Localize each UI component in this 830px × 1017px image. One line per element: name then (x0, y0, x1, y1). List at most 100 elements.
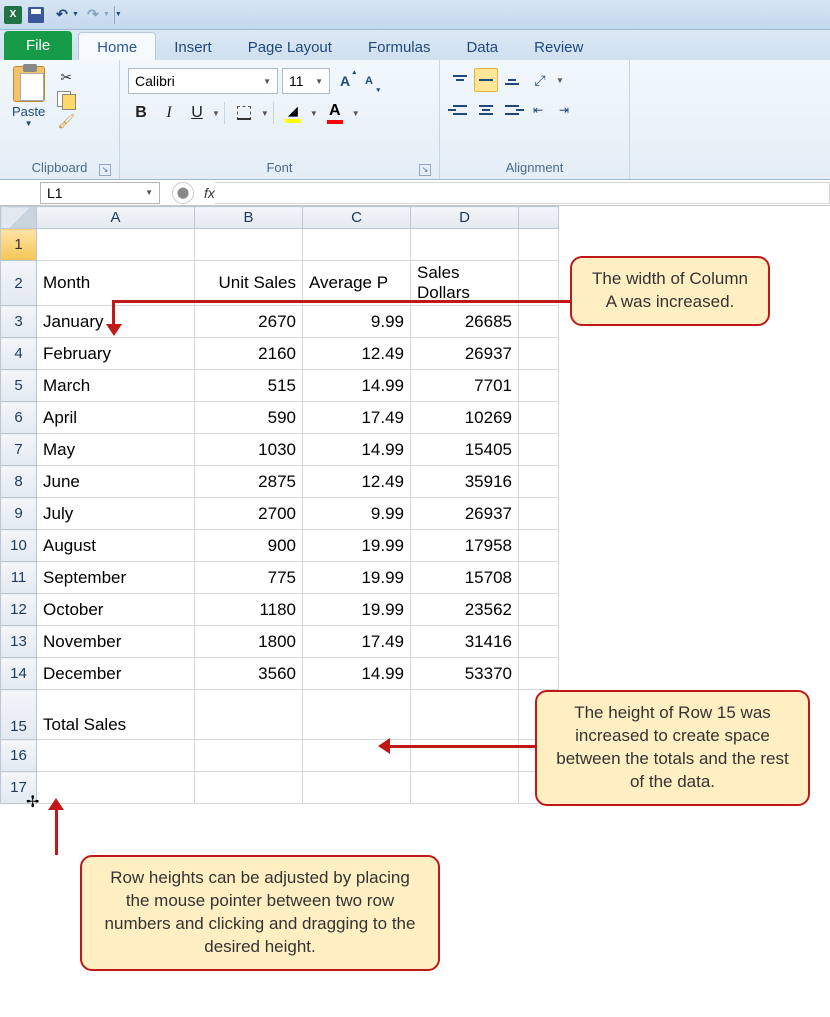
row-header-2[interactable]: 2 (1, 261, 37, 306)
cell[interactable]: 7701 (411, 370, 519, 402)
decrease-indent-button[interactable]: ⇤ (526, 98, 550, 122)
cell[interactable]: 9.99 (303, 498, 411, 530)
undo-dropdown-icon[interactable]: ▼ (72, 11, 79, 18)
redo-dropdown-icon[interactable]: ▼ (103, 11, 110, 18)
row-header-13[interactable]: 13 (1, 626, 37, 658)
row-header-15[interactable]: 15 (1, 690, 37, 740)
cell[interactable]: 2700 (195, 498, 303, 530)
align-middle-button[interactable] (474, 68, 498, 92)
cell[interactable] (519, 562, 559, 594)
cell[interactable]: October (37, 594, 195, 626)
cell[interactable]: 19.99 (303, 530, 411, 562)
clipboard-launcher-icon[interactable]: ↘ (99, 164, 111, 176)
cell[interactable] (411, 229, 519, 261)
cancel-formula-button[interactable]: ⬤ (172, 182, 194, 204)
cell[interactable]: August (37, 530, 195, 562)
font-size-select[interactable]: 11▼ (282, 68, 330, 94)
cell[interactable] (37, 740, 195, 772)
qat-customize-icon[interactable]: ▼ (115, 11, 122, 18)
cell[interactable] (519, 466, 559, 498)
cell[interactable]: 31416 (411, 626, 519, 658)
tab-home[interactable]: Home (78, 32, 156, 60)
fx-icon[interactable]: fx (204, 185, 215, 201)
increase-indent-button[interactable]: ⇥ (552, 98, 576, 122)
cell[interactable]: December (37, 658, 195, 690)
cell[interactable]: June (37, 466, 195, 498)
cell[interactable]: July (37, 498, 195, 530)
tab-file[interactable]: File (4, 31, 72, 60)
select-all-corner[interactable] (1, 207, 37, 229)
tab-page-layout[interactable]: Page Layout (230, 33, 350, 60)
redo-button[interactable]: ↷ (81, 4, 105, 26)
row-header-10[interactable]: 10 (1, 530, 37, 562)
cell[interactable]: 12.49 (303, 338, 411, 370)
cell[interactable]: 900 (195, 530, 303, 562)
cell[interactable]: Total Sales (37, 690, 195, 740)
cell[interactable]: 14.99 (303, 434, 411, 466)
cell[interactable]: May (37, 434, 195, 466)
cell[interactable]: 15708 (411, 562, 519, 594)
cell[interactable]: 26937 (411, 338, 519, 370)
cell[interactable]: 14.99 (303, 658, 411, 690)
row-header-9[interactable]: 9 (1, 498, 37, 530)
cell[interactable] (37, 229, 195, 261)
cell[interactable]: 15405 (411, 434, 519, 466)
cell[interactable] (519, 658, 559, 690)
underline-button[interactable]: U (184, 100, 210, 126)
row-header-1[interactable]: 1 (1, 229, 37, 261)
row-header-12[interactable]: 12 (1, 594, 37, 626)
align-top-button[interactable] (448, 68, 472, 92)
cell[interactable]: 590 (195, 402, 303, 434)
align-bottom-button[interactable] (500, 68, 524, 92)
row-header-7[interactable]: 7 (1, 434, 37, 466)
row-header-4[interactable]: 4 (1, 338, 37, 370)
font-color-button[interactable]: A (320, 100, 350, 126)
cell[interactable]: 1800 (195, 626, 303, 658)
cell[interactable] (519, 594, 559, 626)
cell[interactable]: September (37, 562, 195, 594)
tab-data[interactable]: Data (448, 33, 516, 60)
cell[interactable] (519, 370, 559, 402)
cell[interactable]: 23562 (411, 594, 519, 626)
row-header-6[interactable]: 6 (1, 402, 37, 434)
col-header-e[interactable] (519, 207, 559, 229)
cell[interactable]: April (37, 402, 195, 434)
cell[interactable] (519, 530, 559, 562)
cell[interactable]: 53370 (411, 658, 519, 690)
fill-color-button[interactable]: ◢ (278, 100, 308, 126)
align-left-button[interactable] (448, 98, 472, 122)
tab-formulas[interactable]: Formulas (350, 33, 449, 60)
row-header-11[interactable]: 11 (1, 562, 37, 594)
cell[interactable]: 14.99 (303, 370, 411, 402)
cell[interactable] (519, 261, 559, 306)
cell[interactable] (519, 229, 559, 261)
borders-button[interactable] (229, 100, 259, 126)
cell[interactable]: March (37, 370, 195, 402)
cell[interactable] (411, 772, 519, 804)
italic-button[interactable]: I (156, 100, 182, 126)
cell[interactable] (519, 498, 559, 530)
worksheet-grid[interactable]: A B C D 1 2MonthUnit SalesAverage PSales… (0, 206, 559, 804)
cell[interactable]: Average P (303, 261, 411, 306)
cell[interactable]: Month (37, 261, 195, 306)
cell[interactable] (195, 690, 303, 740)
font-color-dropdown-icon[interactable]: ▼ (352, 109, 360, 118)
cell[interactable] (519, 402, 559, 434)
row-header-8[interactable]: 8 (1, 466, 37, 498)
formula-input[interactable] (215, 182, 830, 204)
cell[interactable]: 17958 (411, 530, 519, 562)
bold-button[interactable]: B (128, 100, 154, 126)
row-header-3[interactable]: 3 (1, 306, 37, 338)
cell[interactable] (303, 229, 411, 261)
cell[interactable]: 775 (195, 562, 303, 594)
cell[interactable]: 10269 (411, 402, 519, 434)
cell[interactable] (519, 338, 559, 370)
shrink-font-button[interactable]: A (358, 68, 380, 94)
save-button[interactable] (24, 4, 48, 26)
borders-dropdown-icon[interactable]: ▼ (261, 109, 269, 118)
cell[interactable]: 2670 (195, 306, 303, 338)
orientation-dropdown-icon[interactable]: ▼ (556, 76, 564, 85)
cell[interactable]: 17.49 (303, 402, 411, 434)
cell[interactable]: Sales Dollars (411, 261, 519, 306)
col-header-b[interactable]: B (195, 207, 303, 229)
